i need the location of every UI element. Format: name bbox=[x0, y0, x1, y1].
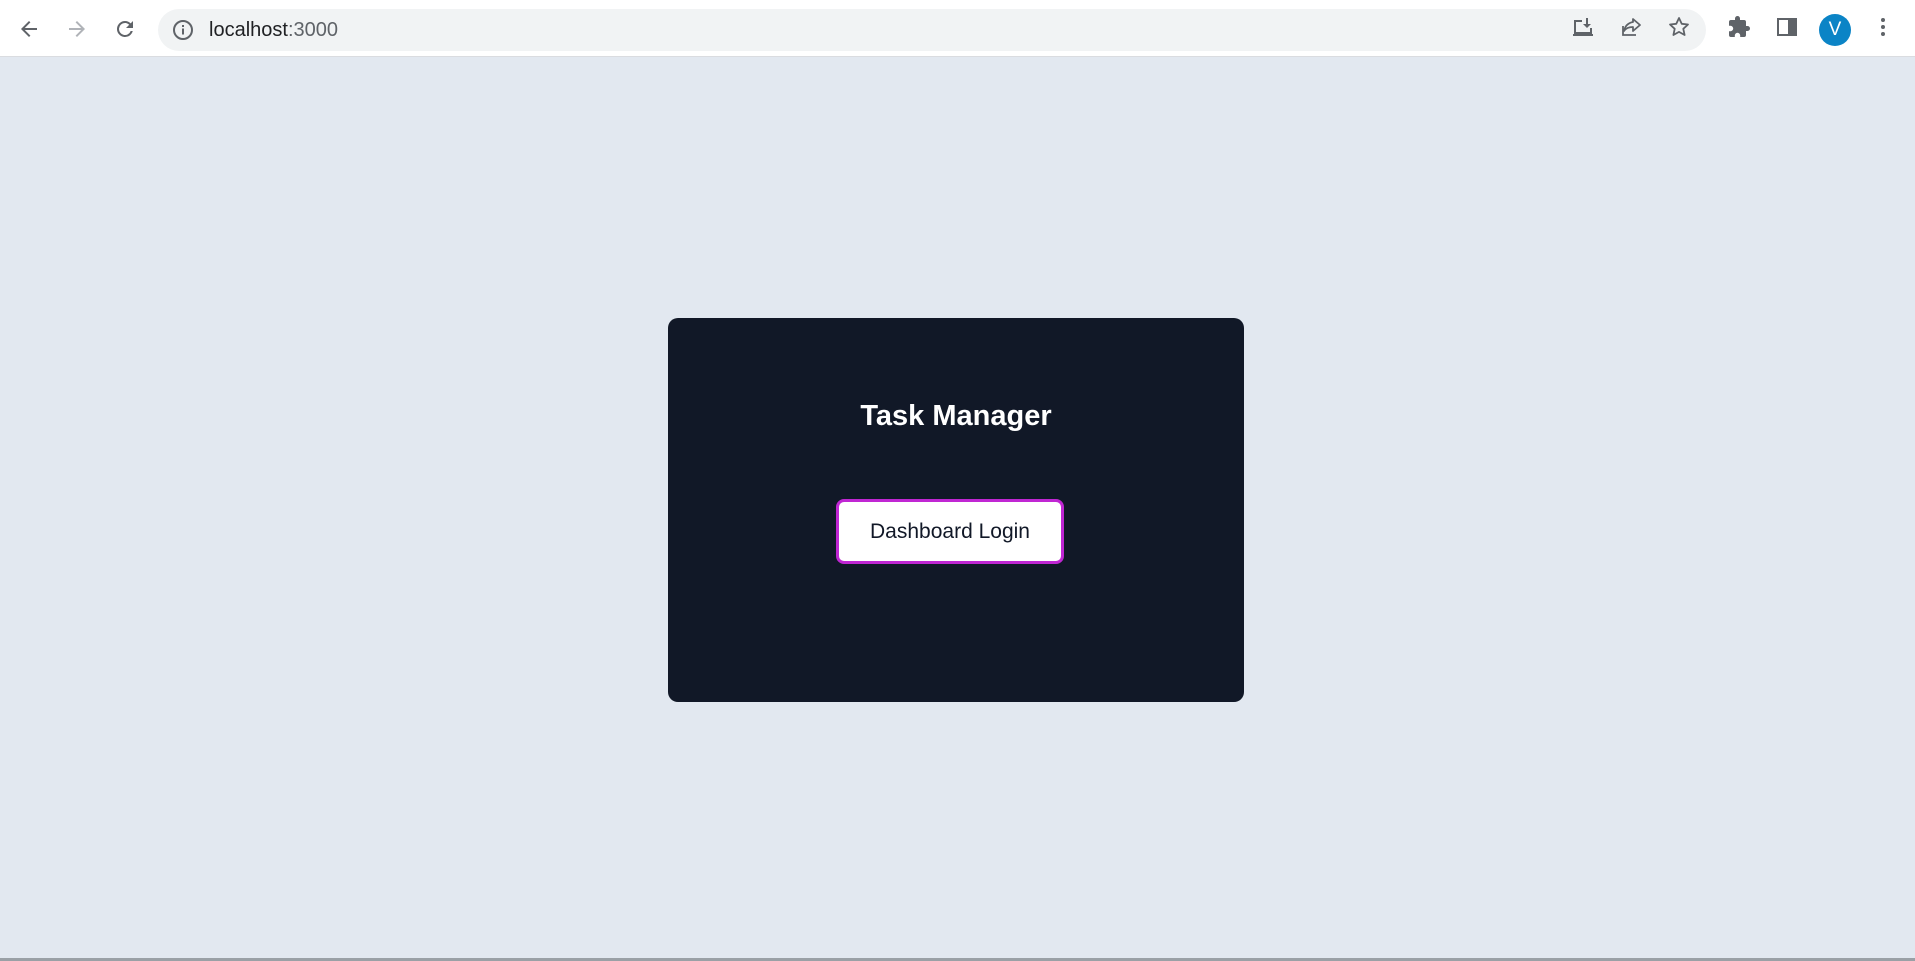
install-app-icon bbox=[1571, 15, 1595, 44]
share-icon bbox=[1619, 15, 1643, 44]
share-button[interactable] bbox=[1614, 12, 1648, 46]
login-card: Task Manager Dashboard Login bbox=[668, 318, 1244, 702]
address-bar[interactable]: localhost:3000 bbox=[158, 9, 1706, 51]
arrow-left-icon bbox=[17, 17, 41, 41]
profile-avatar[interactable]: V bbox=[1819, 14, 1851, 46]
page-viewport: Task Manager Dashboard Login bbox=[0, 58, 1915, 958]
reload-icon bbox=[113, 17, 137, 41]
side-panel-button[interactable] bbox=[1770, 12, 1804, 46]
arrow-right-icon bbox=[65, 17, 89, 41]
page-title: Task Manager bbox=[860, 400, 1052, 432]
url-text[interactable]: localhost:3000 bbox=[209, 19, 338, 41]
reload-button[interactable] bbox=[108, 12, 142, 46]
browser-menu-button[interactable] bbox=[1866, 12, 1900, 46]
forward-button[interactable] bbox=[60, 12, 94, 46]
install-app-button[interactable] bbox=[1566, 12, 1600, 46]
info-icon[interactable] bbox=[172, 19, 194, 41]
puzzle-icon bbox=[1727, 15, 1751, 44]
star-icon bbox=[1667, 15, 1691, 44]
browser-toolbar: localhost:3000 V bbox=[0, 0, 1915, 57]
dashboard-login-button[interactable]: Dashboard Login bbox=[836, 499, 1064, 564]
bookmark-button[interactable] bbox=[1662, 12, 1696, 46]
kebab-menu-icon bbox=[1871, 15, 1895, 44]
side-panel-icon bbox=[1775, 15, 1799, 44]
url-host: localhost bbox=[209, 19, 288, 41]
extensions-button[interactable] bbox=[1722, 12, 1756, 46]
back-button[interactable] bbox=[12, 12, 46, 46]
url-port: :3000 bbox=[287, 19, 338, 41]
